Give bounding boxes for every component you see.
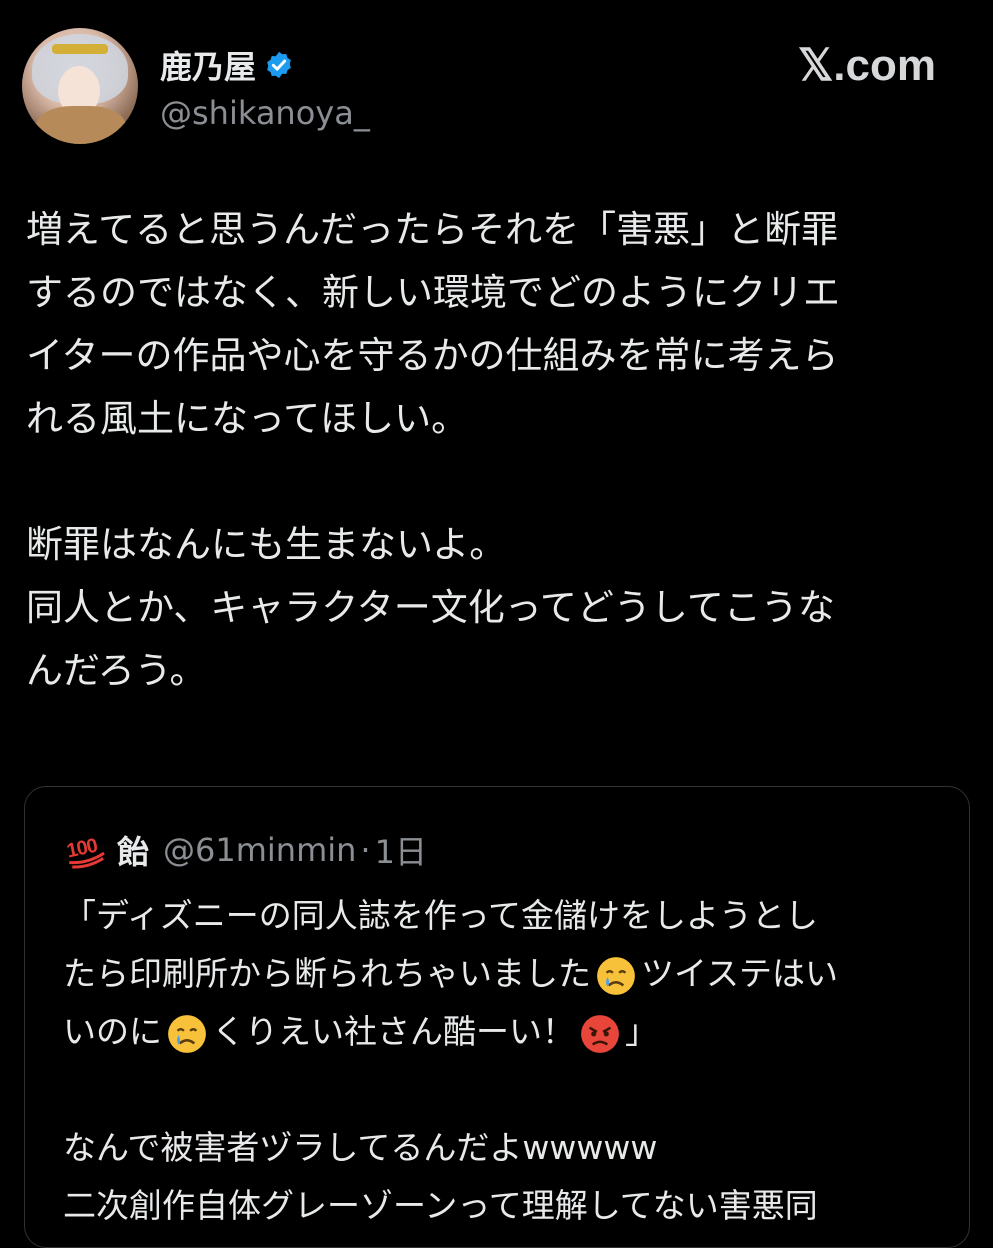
angry-face-icon <box>581 1014 619 1053</box>
tweet-line: 断罪はなんにも生まないよ。 <box>26 523 507 566</box>
quoted-tweet-text: 「ディズニーの同人誌を作って金儲けをしようとし たら印刷所から断られちゃいました… <box>63 887 953 1235</box>
author-display-name[interactable]: 鹿乃屋 <box>160 42 256 88</box>
quote-line: いのに くりえい社さん酷ーい！ 」 <box>63 1003 953 1061</box>
author-name-row[interactable]: 鹿乃屋 <box>160 42 294 88</box>
tweet-line: れる風土になってほしい。 <box>26 397 469 440</box>
quoted-timestamp[interactable]: 1日 <box>375 827 427 873</box>
separator-dot: · <box>360 831 371 869</box>
tweet-line: 同人とか、キャラクター文化ってどうしてこうな <box>26 586 835 629</box>
x-logo-icon[interactable]: 𝕏.com <box>798 40 936 91</box>
quote-line: 二次創作自体グレーゾーンって理解してない害悪同 <box>63 1186 818 1225</box>
quote-line: なんで被害者ヅラしてるんだよwwwww <box>63 1128 658 1167</box>
quoted-tweet-header: 100 飴 @61minmin · 1日 <box>63 827 427 873</box>
quote-line: 「ディズニーの同人誌を作って金儲けをしようとし <box>63 896 819 935</box>
quoted-tweet-card[interactable]: 100 飴 @61minmin · 1日 「ディズニーの同人誌を作って金儲けをし… <box>24 786 970 1248</box>
quote-line: たら印刷所から断られちゃいました ツイステはい <box>63 945 953 1003</box>
crying-face-icon <box>168 1014 206 1053</box>
hundred-points-icon: 100 <box>59 824 111 876</box>
crying-face-icon <box>597 956 635 995</box>
quoted-author-name[interactable]: 飴 <box>117 827 149 873</box>
tweet-line: 増えてると思うんだったらそれを「害悪」と断罪 <box>26 208 839 251</box>
tweet-line: イターの作品や心を守るかの仕組みを常に考えら <box>26 334 839 377</box>
tweet-line: するのではなく、新しい環境でどのようにクリエ <box>26 271 840 314</box>
tweet-text: 増えてると思うんだったらそれを「害悪」と断罪 するのではなく、新しい環境でどのよ… <box>26 198 966 702</box>
quoted-author-handle[interactable]: @61minmin <box>163 831 356 869</box>
verified-badge-icon <box>267 51 291 79</box>
author-avatar[interactable] <box>22 28 138 144</box>
tweet-line: んだろう。 <box>26 649 207 692</box>
tweet-header: 鹿乃屋 @shikanoya_ 𝕏.com <box>22 28 972 148</box>
author-handle[interactable]: @shikanoya_ <box>160 94 370 132</box>
